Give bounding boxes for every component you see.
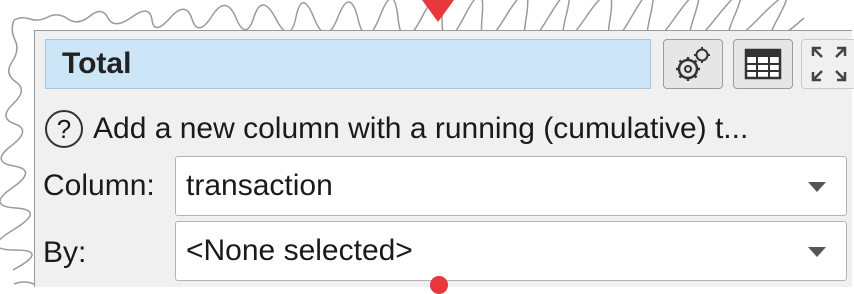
column-select[interactable]: transaction bbox=[175, 156, 847, 216]
maximize-icon bbox=[811, 46, 847, 82]
column-label: Column: bbox=[43, 169, 155, 202]
options-button[interactable] bbox=[663, 39, 723, 89]
top-connector-pointer bbox=[422, 0, 454, 22]
by-select[interactable]: <None selected> bbox=[175, 221, 847, 281]
column-select-value: transaction bbox=[186, 169, 333, 202]
help-icon[interactable]: ? bbox=[45, 110, 83, 148]
table-icon bbox=[744, 48, 782, 80]
description-text: Add a new column with a running (cumulat… bbox=[93, 112, 749, 145]
by-select-value: <None selected> bbox=[186, 234, 413, 267]
panel-title-field[interactable]: Total bbox=[45, 39, 651, 89]
table-view-button[interactable] bbox=[733, 39, 793, 89]
maximize-button[interactable] bbox=[801, 39, 854, 89]
gear-icon bbox=[676, 47, 710, 81]
panel-header: Total bbox=[45, 39, 854, 91]
transform-panel: Total ? Add a new column with a running … bbox=[34, 30, 854, 287]
description-row: ? Add a new column with a running (cumul… bbox=[45, 105, 852, 153]
chevron-down-icon bbox=[808, 247, 826, 257]
chevron-down-icon bbox=[808, 182, 826, 192]
bottom-connector-dot bbox=[430, 276, 448, 294]
by-label: By: bbox=[43, 236, 87, 269]
